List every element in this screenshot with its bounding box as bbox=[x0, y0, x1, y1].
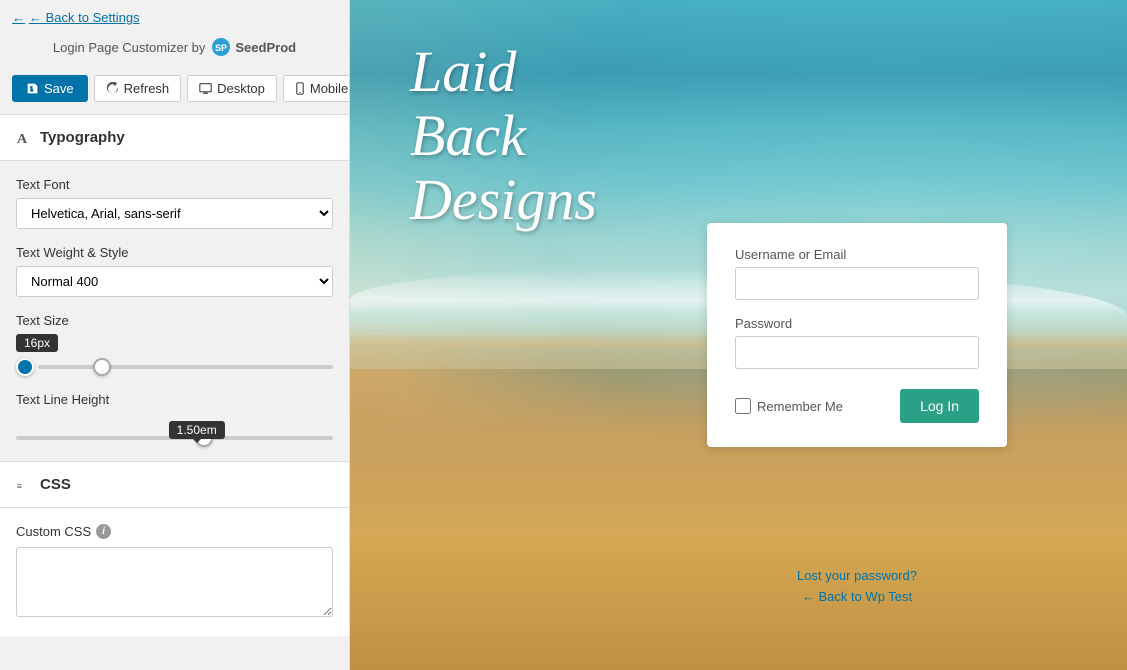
text-size-slider-container bbox=[16, 358, 333, 376]
seedprod-icon: SP bbox=[211, 37, 231, 57]
login-row: Remember Me Log In bbox=[735, 389, 979, 423]
text-size-group: Text Size 16px bbox=[16, 313, 333, 376]
login-card: Username or Email Password Remember Me L… bbox=[707, 223, 1007, 447]
back-to-settings-label: ← Back to Settings bbox=[29, 10, 140, 25]
desktop-icon bbox=[199, 82, 212, 95]
custom-css-label-text: Custom CSS bbox=[16, 524, 91, 539]
password-label: Password bbox=[735, 316, 979, 331]
back-to-wp-text: ← Back to Wp Test bbox=[802, 589, 912, 604]
svg-text:A: A bbox=[17, 132, 28, 146]
desktop-label: Desktop bbox=[217, 81, 265, 96]
left-panel: ← ← Back to Settings Login Page Customiz… bbox=[0, 0, 350, 670]
typography-icon: A bbox=[16, 130, 32, 146]
login-button-label: Log In bbox=[920, 398, 959, 414]
save-icon bbox=[26, 82, 39, 95]
text-weight-group: Text Weight & Style Normal 400 Bold 700 … bbox=[16, 245, 333, 297]
brand-logo-text: SeedProd bbox=[235, 40, 296, 55]
text-font-select[interactable]: Helvetica, Arial, sans-serif Georgia, se… bbox=[16, 198, 333, 229]
svg-text:≡: ≡ bbox=[17, 481, 22, 491]
mobile-label: Mobile bbox=[310, 81, 348, 96]
brand-line2: Back bbox=[410, 104, 597, 168]
login-button[interactable]: Log In bbox=[900, 389, 979, 423]
line-height-tooltip: 1.50em bbox=[169, 421, 225, 439]
mobile-icon bbox=[295, 82, 305, 95]
seedprod-logo: SP SeedProd bbox=[211, 37, 296, 57]
panel-body: Text Font Helvetica, Arial, sans-serif G… bbox=[0, 161, 349, 461]
save-label: Save bbox=[44, 81, 74, 96]
refresh-button[interactable]: Refresh bbox=[94, 75, 182, 102]
typography-section-label: Typography bbox=[40, 129, 125, 146]
custom-css-textarea[interactable] bbox=[16, 547, 333, 617]
back-to-wp-link[interactable]: ← Back to Wp Test bbox=[707, 589, 1007, 604]
text-font-label: Text Font bbox=[16, 177, 333, 192]
text-font-group: Text Font Helvetica, Arial, sans-serif G… bbox=[16, 177, 333, 229]
login-links: Lost your password? ← Back to Wp Test bbox=[707, 568, 1007, 610]
brand-line1: Laid bbox=[410, 40, 597, 104]
css-section-label: CSS bbox=[40, 476, 71, 493]
typography-section-header: A Typography bbox=[0, 115, 349, 161]
password-input[interactable] bbox=[735, 336, 979, 369]
remember-me-label: Remember Me bbox=[735, 398, 843, 414]
remember-me-text: Remember Me bbox=[757, 399, 843, 414]
svg-text:SP: SP bbox=[215, 43, 227, 53]
right-panel: Laid Back Designs Username or Email Pass… bbox=[350, 0, 1127, 670]
custom-css-label-row: Custom CSS i bbox=[16, 524, 333, 539]
brand-text: Login Page Customizer by bbox=[53, 40, 205, 55]
remember-me-checkbox[interactable] bbox=[735, 398, 751, 414]
text-weight-select[interactable]: Normal 400 Bold 700 Light 300 Italic 400 bbox=[16, 266, 333, 297]
username-label: Username or Email bbox=[735, 247, 979, 262]
text-size-label: Text Size bbox=[16, 313, 333, 328]
back-arrow-icon: ← bbox=[12, 10, 25, 25]
lost-password-text: Lost your password? bbox=[797, 568, 917, 583]
save-button[interactable]: Save bbox=[12, 75, 88, 102]
text-weight-label: Text Weight & Style bbox=[16, 245, 333, 260]
refresh-label: Refresh bbox=[124, 81, 170, 96]
brand-line3: Designs bbox=[410, 168, 597, 232]
brand-bar: Login Page Customizer by SP SeedProd bbox=[0, 31, 349, 67]
info-icon: i bbox=[96, 524, 111, 539]
refresh-icon bbox=[106, 82, 119, 95]
css-section-header: ≡ CSS bbox=[0, 461, 349, 508]
mobile-button[interactable]: Mobile bbox=[283, 75, 350, 102]
line-height-slider-wrapper: 1.50em bbox=[16, 427, 333, 443]
username-input[interactable] bbox=[735, 267, 979, 300]
brand-title: Laid Back Designs bbox=[410, 40, 597, 231]
slider-thumb-blue bbox=[16, 358, 34, 376]
back-to-settings-link[interactable]: ← ← Back to Settings bbox=[0, 0, 349, 31]
lost-password-link[interactable]: Lost your password? bbox=[707, 568, 1007, 583]
text-size-slider[interactable] bbox=[38, 365, 333, 369]
text-size-badge: 16px bbox=[16, 334, 58, 352]
toolbar: Save Refresh Desktop Mobile bbox=[0, 67, 349, 114]
css-icon: ≡ bbox=[16, 477, 32, 493]
text-line-height-group: Text Line Height 1.50em bbox=[16, 392, 333, 443]
desktop-button[interactable]: Desktop bbox=[187, 75, 277, 102]
custom-css-area: Custom CSS i bbox=[0, 508, 349, 636]
text-line-height-label: Text Line Height bbox=[16, 392, 333, 407]
